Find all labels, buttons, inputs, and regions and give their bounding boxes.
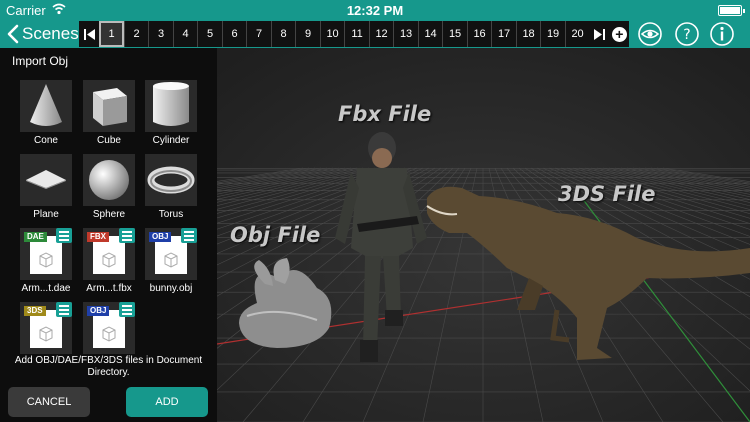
primitive-label: Cylinder — [152, 135, 190, 146]
list-icon[interactable] — [119, 302, 135, 317]
primitive-cylinder[interactable]: Cylinder — [145, 80, 197, 146]
page-18[interactable]: 18 — [515, 21, 541, 47]
page-20[interactable]: 20 — [564, 21, 590, 47]
fbx-label: Fbx File — [338, 102, 432, 126]
primitive-cone[interactable]: Cone — [20, 80, 72, 146]
page-7[interactable]: 7 — [246, 21, 271, 47]
last-page-button[interactable] — [589, 21, 609, 47]
chevron-left-icon — [7, 24, 19, 44]
info-icon — [710, 22, 734, 46]
question-icon: ? — [675, 22, 699, 46]
file-thumb: FBX — [83, 228, 135, 280]
list-icon[interactable] — [56, 228, 72, 243]
page-list: 1 2 3 4 5 6 7 8 9 10 11 12 13 14 15 16 17 18 19 20 — [99, 21, 589, 47]
skip-back-icon — [83, 28, 95, 40]
page-19[interactable]: 19 — [540, 21, 565, 47]
page-17[interactable]: 17 — [491, 21, 516, 47]
back-button[interactable]: Scenes — [6, 22, 79, 46]
primitive-label: Torus — [158, 209, 184, 220]
status-bar: Carrier 12:32 PM — [0, 0, 750, 20]
page-12[interactable]: 12 — [368, 21, 394, 47]
page-4[interactable]: 4 — [172, 21, 198, 47]
list-icon[interactable] — [56, 302, 72, 317]
info-button[interactable] — [710, 22, 734, 46]
page-2[interactable]: 2 — [123, 21, 149, 47]
add-scene-button[interactable]: + — [610, 21, 629, 47]
primitive-label: Plane — [33, 209, 59, 220]
file-type-tag: OBJ — [149, 232, 172, 242]
page-15[interactable]: 15 — [442, 21, 467, 47]
skip-forward-icon — [593, 28, 605, 40]
cube-outline-icon — [39, 326, 53, 342]
cube-outline-icon — [164, 252, 178, 268]
file-name: bunny.obj — [149, 283, 193, 294]
add-button[interactable]: ADD — [126, 387, 208, 417]
primitive-cube[interactable]: Cube — [83, 80, 135, 146]
import-hint: Add OBJ/DAE/FBX/3DS files in Document Di… — [14, 355, 203, 378]
cube-outline-icon — [39, 252, 53, 268]
preview-button[interactable] — [638, 22, 662, 46]
first-page-button[interactable] — [79, 21, 99, 47]
clock: 12:32 PM — [346, 3, 404, 18]
back-label: Scenes — [22, 24, 79, 43]
file-thumb: OBJ — [83, 302, 135, 354]
file-item-3ds[interactable]: 3DS — [20, 302, 72, 354]
file-name: Arm...t.dae — [21, 283, 71, 294]
file-item-fbx[interactable]: FBX Arm...t.fbx — [83, 228, 135, 294]
page-9[interactable]: 9 — [295, 21, 320, 47]
page-10[interactable]: 10 — [319, 21, 345, 47]
list-icon[interactable] — [181, 228, 197, 243]
page-6[interactable]: 6 — [221, 21, 247, 47]
page-1[interactable]: 1 — [99, 21, 124, 47]
file-item-dae[interactable]: DAE Arm...t.dae — [20, 228, 72, 294]
eye-icon — [638, 22, 662, 46]
cube-icon — [93, 88, 127, 126]
cancel-button[interactable]: CANCEL — [8, 387, 90, 417]
page-13[interactable]: 13 — [393, 21, 418, 47]
obj-label: Obj File — [230, 223, 321, 247]
primitive-sphere[interactable]: Sphere — [83, 154, 135, 220]
torus-icon — [147, 166, 195, 194]
scene-pager: 1 2 3 4 5 6 7 8 9 10 11 12 13 14 15 16 17 18 19 20 + — [79, 21, 629, 47]
primitive-label: Cone — [34, 135, 58, 146]
page-8[interactable]: 8 — [270, 21, 296, 47]
file-type-tag: OBJ — [87, 306, 110, 316]
import-panel: Import Obj Cone Cube Cylinder Plane Sphe… — [0, 48, 217, 422]
3ds-label: 3DS File — [558, 182, 656, 206]
cube-outline-icon — [102, 252, 116, 268]
file-thumb: 3DS — [20, 302, 72, 354]
file-thumb: OBJ — [145, 228, 197, 280]
svg-text:?: ? — [683, 27, 690, 43]
scene-viewport[interactable]: Fbx File Obj File 3DS File — [217, 48, 750, 422]
page-5[interactable]: 5 — [197, 21, 222, 47]
toolbar: Scenes 1 2 3 4 5 6 7 8 9 10 11 12 13 14 15 16 17 18 19 20 + — [0, 20, 750, 48]
page-14[interactable]: 14 — [417, 21, 443, 47]
file-type-tag: 3DS — [24, 306, 46, 316]
panel-title: Import Obj — [12, 54, 69, 68]
primitive-torus[interactable]: Torus — [145, 154, 197, 220]
page-3[interactable]: 3 — [148, 21, 173, 47]
page-16[interactable]: 16 — [466, 21, 492, 47]
battery-icon — [718, 5, 745, 16]
cone-icon — [30, 84, 62, 126]
cylinder-icon — [153, 82, 189, 126]
sphere-icon — [89, 160, 129, 200]
primitive-plane[interactable]: Plane — [20, 154, 72, 220]
file-type-tag: DAE — [24, 232, 47, 242]
app-screen: Carrier 12:32 PM Scenes 1 2 3 4 5 6 7 8 9 10 11 12 1… — [0, 0, 750, 422]
file-thumb: DAE — [20, 228, 72, 280]
help-button[interactable]: ? — [675, 22, 699, 46]
page-11[interactable]: 11 — [344, 21, 369, 47]
list-icon[interactable] — [119, 228, 135, 243]
cube-outline-icon — [102, 326, 116, 342]
file-type-tag: FBX — [87, 232, 109, 242]
file-item-obj[interactable]: OBJ bunny.obj — [145, 228, 197, 294]
plane-icon — [26, 170, 66, 189]
file-item-obj-2[interactable]: OBJ — [83, 302, 135, 354]
plus-icon: + — [611, 26, 627, 42]
